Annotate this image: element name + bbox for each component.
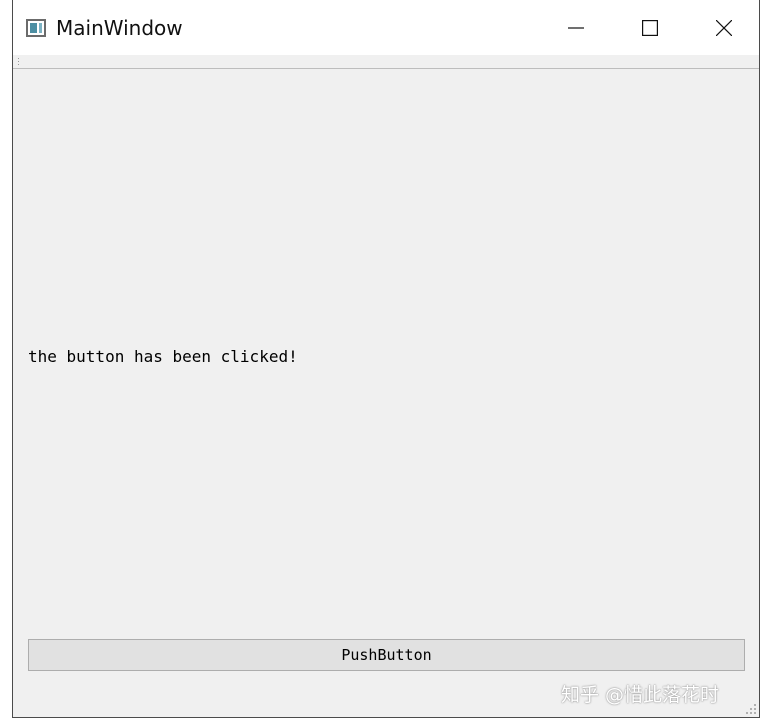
size-grip-icon[interactable] [745, 703, 757, 715]
title-bar[interactable]: MainWindow [13, 0, 759, 55]
close-icon [716, 19, 732, 36]
window-title: MainWindow [56, 16, 183, 40]
status-label: the button has been clicked! [28, 347, 298, 366]
minimize-button[interactable] [539, 0, 613, 55]
push-button[interactable]: PushButton [28, 639, 745, 671]
close-button[interactable] [687, 0, 761, 55]
toolbar-grip-handle[interactable] [18, 58, 20, 66]
app-window-icon [26, 19, 46, 37]
main-window: MainWindow the button has been clicked! … [12, 0, 760, 718]
minimize-icon [568, 26, 584, 29]
maximize-button[interactable] [613, 0, 687, 55]
toolbar [13, 55, 759, 69]
watermark-text: 知乎 @惜此落花时 [561, 684, 720, 706]
maximize-icon [642, 19, 658, 36]
